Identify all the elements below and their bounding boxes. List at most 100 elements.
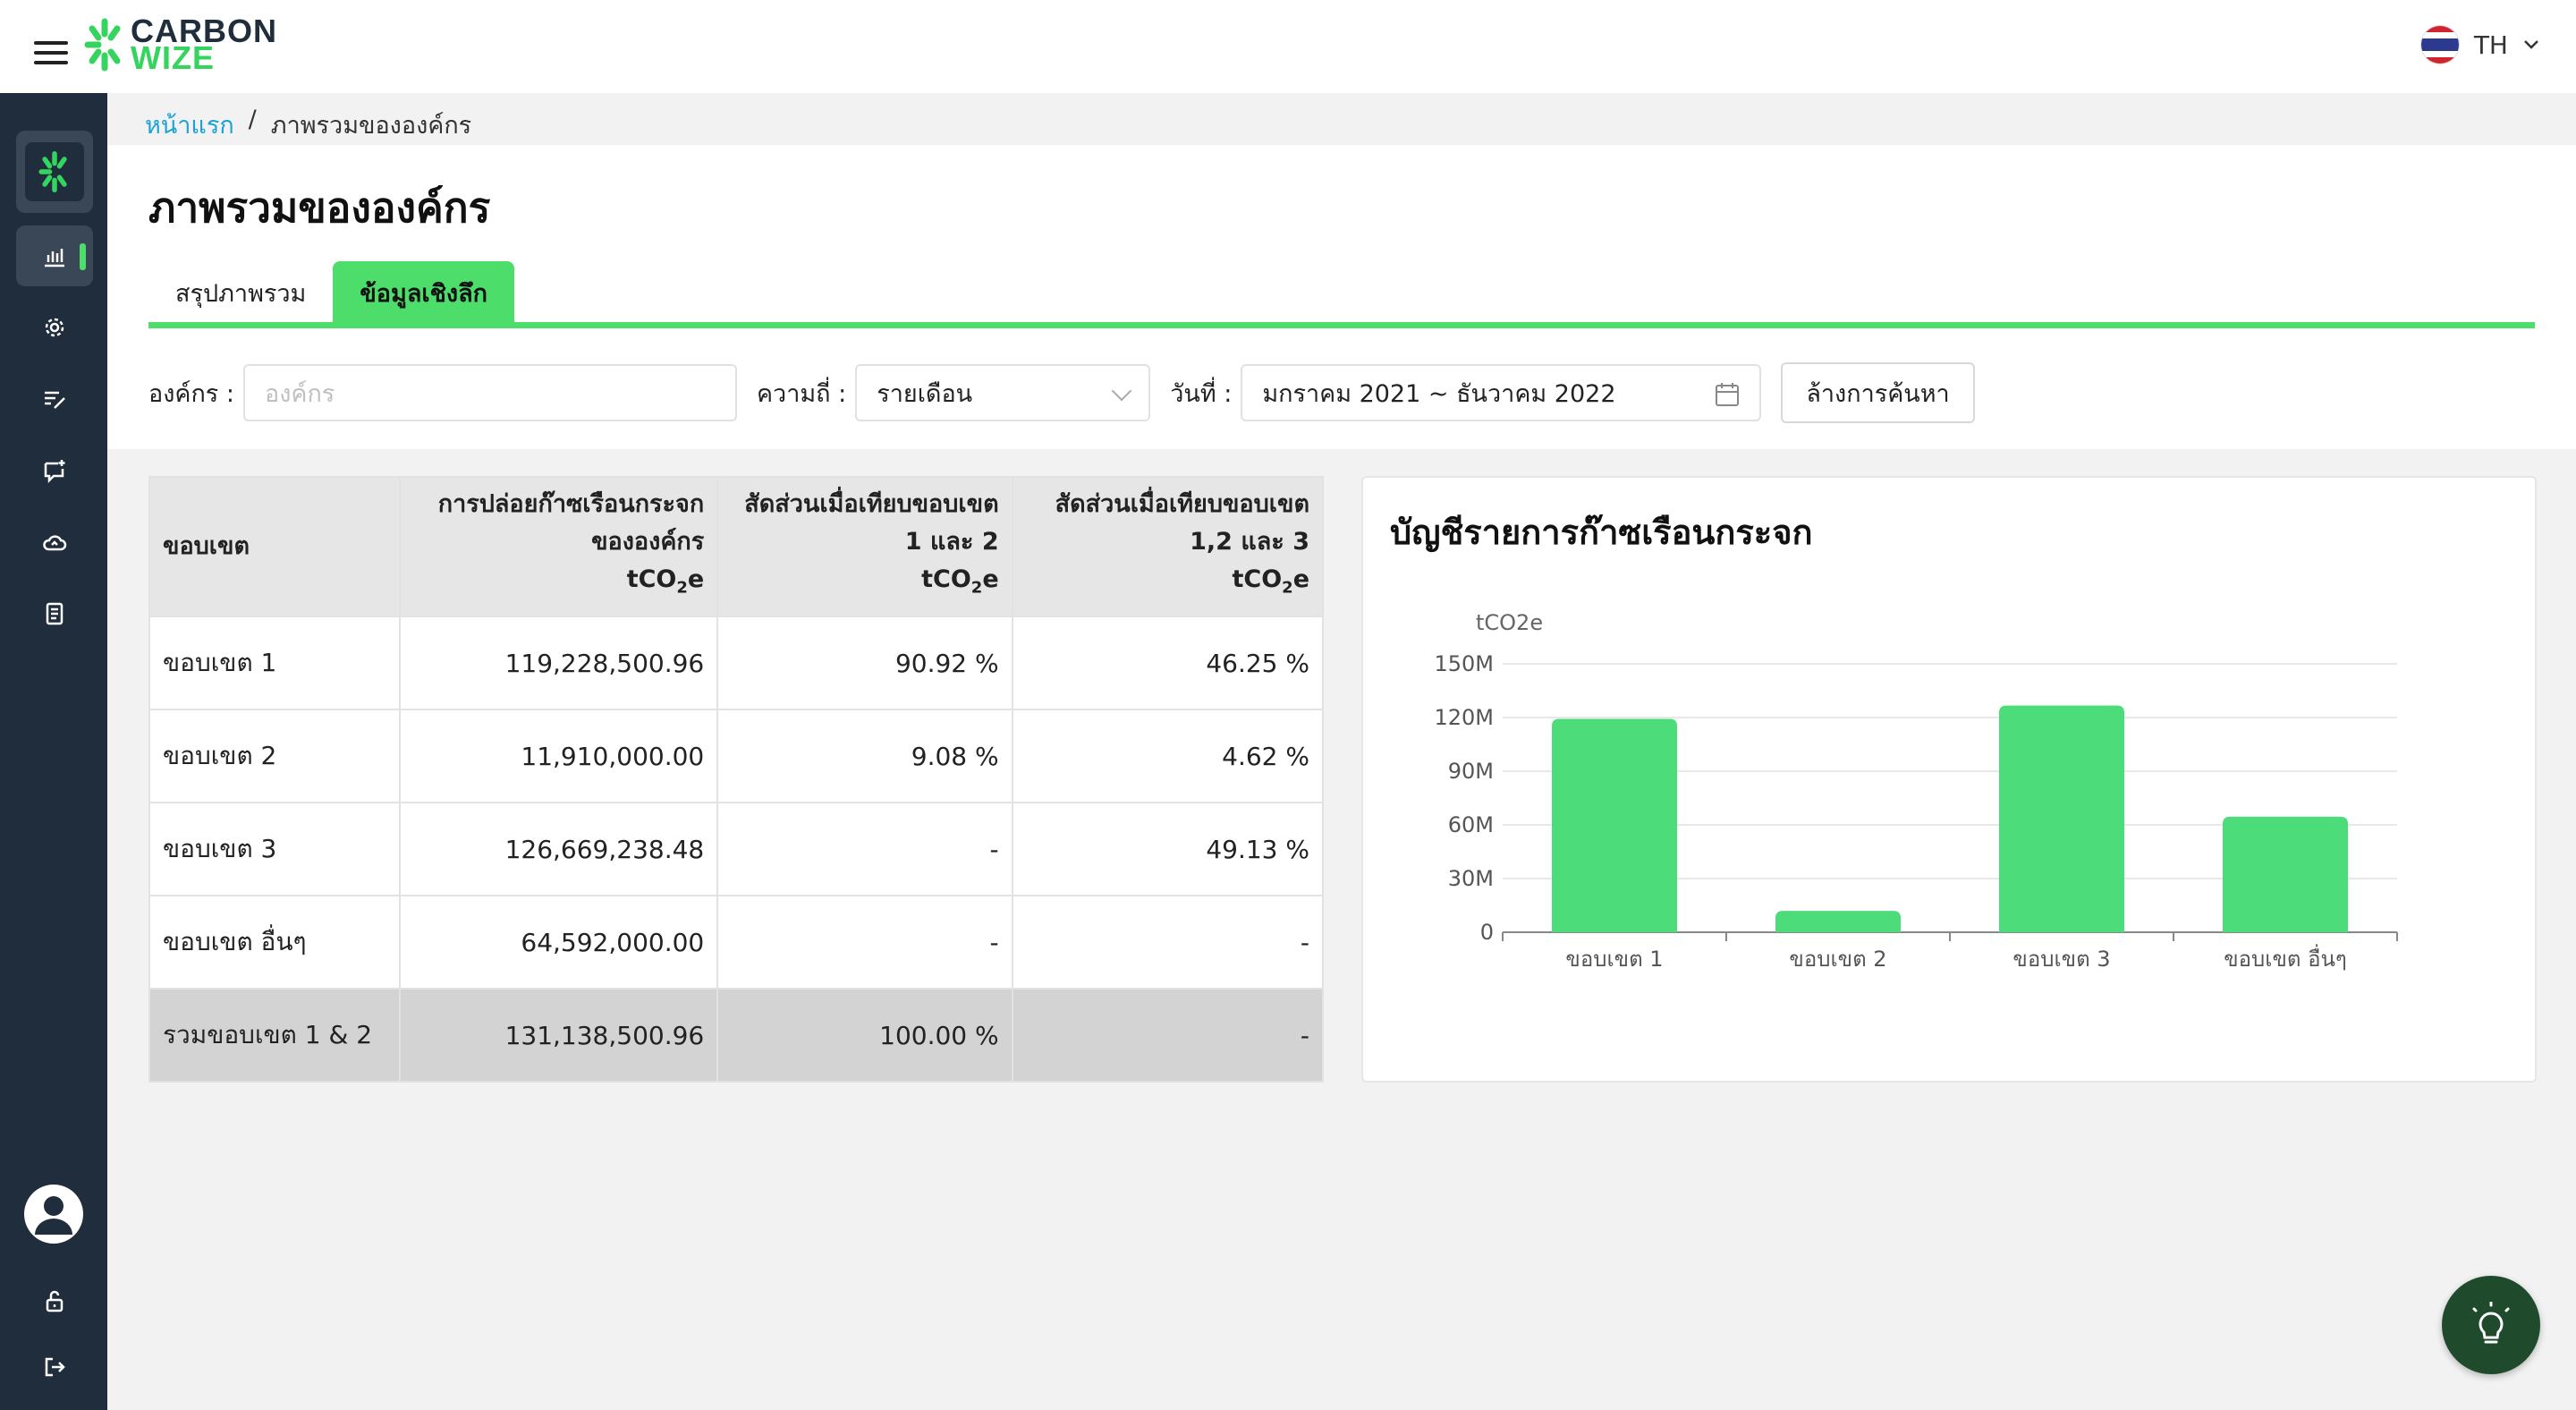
y-tick-label: 90M [1448, 759, 1494, 784]
cell-ratio-123: 4.62 % [1011, 709, 1325, 803]
col-header-ratio-123: สัดส่วนเมื่อเทียบขอบเขต 1,2 และ 3 tCO2e [1011, 476, 1325, 617]
logo-spark-icon [38, 150, 67, 193]
frequency-label: ความถี่ : [757, 379, 847, 408]
chevron-down-icon [2524, 40, 2538, 49]
col-header-scope: ขอบเขต [148, 476, 401, 617]
org-filter-label: องค์กร : [148, 379, 234, 408]
cell-scope: ขอบเขต 2 [148, 709, 401, 803]
ghg-inventory-chart-card: บัญชีรายการก๊าซเรือนกระจก tCO2e 0 30M 60M 90… [1361, 476, 2537, 1083]
message-icon [44, 460, 65, 483]
logo-spark-icon [84, 18, 121, 72]
y-axis-label: tCO2e [1476, 610, 1543, 635]
bar [1552, 718, 1677, 932]
breadcrumb-current: ภาพรวมขององค์กร [270, 112, 472, 140]
col-header-ratio-12: สัดส่วนเมื่อเทียบขอบเขต 1 และ 2 tCO2e [716, 476, 1013, 617]
table-row: ขอบเขต 2 11,910,000.00 9.08 % 4.62 % [148, 709, 1325, 803]
cell-ratio-123: - [1011, 988, 1325, 1083]
sidebar-item-messages[interactable] [16, 440, 93, 501]
date-range-picker[interactable]: มกราคม 2021 ~ ธันวาคม 2022 [1241, 364, 1762, 421]
logout-icon [45, 1357, 65, 1377]
table-row: ขอบเขต อื่นๆ 64,592,000.00 - - [148, 895, 1325, 990]
sidebar-item-report[interactable] [16, 583, 93, 644]
table-row: ขอบเขต 1 119,228,500.96 90.92 % 46.25 % [148, 616, 1325, 710]
x-tick-label: ขอบเขต 1 [1565, 947, 1663, 972]
y-tick-label: 30M [1448, 866, 1494, 891]
language-label: TH [2473, 30, 2508, 60]
sidebar-item-logout[interactable] [16, 1337, 93, 1397]
table-header-row: ขอบเขต การปล่อยก๊าซเรือนกระจก ขององค์กร … [148, 476, 1325, 617]
y-tick-label: 150M [1434, 651, 1494, 676]
y-tick-label: 120M [1434, 705, 1494, 730]
x-tick-label: ขอบเขต อื่นๆ [2224, 944, 2347, 972]
cell-emission: 64,592,000.00 [398, 895, 719, 990]
cell-scope: ขอบเขต 3 [148, 802, 401, 896]
bar-chart-icon [45, 249, 64, 268]
calendar-icon [1716, 383, 1740, 406]
cell-ratio-123: - [1011, 895, 1325, 990]
sidebar-item-dashboard[interactable] [16, 225, 93, 286]
y-tick-label: 60M [1448, 812, 1494, 837]
org-filter-input[interactable]: องค์กร [243, 364, 737, 421]
x-tick-label: ขอบเขต 2 [1789, 947, 1886, 972]
clear-search-button[interactable]: ล้างการค้นหา [1781, 362, 1975, 423]
cloud-upload-icon [43, 535, 67, 551]
logo-text: CARBON WIZE [131, 15, 277, 74]
thai-flag-icon [2419, 25, 2460, 64]
org-filter-placeholder: องค์กร [265, 379, 335, 408]
lightbulb-icon [2472, 1302, 2510, 1344]
cell-ratio-123: 46.25 % [1011, 616, 1325, 710]
language-selector[interactable]: TH [2419, 25, 2540, 64]
edit-list-icon [45, 391, 65, 409]
sidebar-logo-button[interactable] [16, 131, 93, 213]
sidebar [0, 93, 107, 1410]
page-title: ภาพรวมขององค์กร [148, 183, 491, 232]
cell-emission: 11,910,000.00 [398, 709, 719, 803]
sidebar-item-edit[interactable] [16, 369, 93, 429]
document-icon [46, 602, 64, 625]
x-tick-label: ขอบเขต 3 [2012, 947, 2110, 972]
date-label: วันที่ : [1170, 379, 1233, 408]
carbonwize-logo[interactable]: CARBON WIZE [84, 15, 277, 74]
breadcrumb: หน้าแรก / ภาพรวมขององค์กร [145, 106, 471, 144]
table-row: ขอบเขต 3 126,669,238.48 - 49.13 % [148, 802, 1325, 896]
frequency-value: รายเดือน [877, 379, 973, 408]
cell-ratio-12: 9.08 % [716, 709, 1013, 803]
sidebar-item-settings[interactable] [16, 297, 93, 358]
lock-open-icon [46, 1290, 64, 1312]
cell-scope: ขอบเขต 1 [148, 616, 401, 710]
tab-bar: สรุปภาพรวม ข้อมูลเชิงลึก [148, 261, 514, 324]
frequency-select[interactable]: รายเดือน [855, 364, 1151, 421]
top-header: CARBON WIZE TH [0, 0, 2576, 93]
gear-icon [45, 318, 64, 337]
breadcrumb-separator: / [248, 106, 257, 133]
chevron-down-icon [1111, 380, 1132, 402]
sidebar-item-lock[interactable] [16, 1270, 93, 1331]
bar [1775, 911, 1901, 932]
help-tips-button[interactable] [2442, 1276, 2540, 1374]
cell-ratio-12: 100.00 % [716, 988, 1013, 1083]
bar [2223, 816, 2348, 932]
cell-ratio-12: 90.92 % [716, 616, 1013, 710]
col-header-emission: การปล่อยก๊าซเรือนกระจก ขององค์กร tCO2e [398, 476, 719, 617]
cell-emission: 119,228,500.96 [398, 616, 719, 710]
cell-scope: ขอบเขต อื่นๆ [148, 895, 401, 990]
sidebar-item-cloud[interactable] [16, 512, 93, 573]
y-tick-label: 0 [1480, 920, 1494, 945]
hamburger-menu-icon[interactable] [34, 41, 68, 66]
table-total-row: รวมขอบเขต 1 & 2 131,138,500.96 100.00 % … [148, 988, 1325, 1083]
bar [1999, 705, 2124, 932]
cell-ratio-123: 49.13 % [1011, 802, 1325, 896]
tab-insight[interactable]: ข้อมูลเชิงลึก [333, 261, 514, 324]
breadcrumb-home-link[interactable]: หน้าแรก [145, 106, 234, 144]
bar-chart: tCO2e 0 30M 60M 90M 120M 150M ขอบเขต 1 ขอบเขต 2 ข… [1434, 610, 2398, 972]
filter-bar: องค์กร : องค์กร ความถี่ : รายเดือน วันที… [148, 362, 1975, 423]
emission-table: ขอบเขต การปล่อยก๊าซเรือนกระจก ขององค์กร … [148, 476, 1325, 1083]
tab-underline [148, 322, 2535, 328]
user-avatar-icon[interactable] [24, 1185, 83, 1244]
cell-ratio-12: - [716, 895, 1013, 990]
cell-ratio-12: - [716, 802, 1013, 896]
user-silhouette-icon [35, 1196, 72, 1235]
cell-emission: 131,138,500.96 [398, 988, 719, 1083]
tab-summary[interactable]: สรุปภาพรวม [148, 261, 333, 324]
cell-emission: 126,669,238.48 [398, 802, 719, 896]
